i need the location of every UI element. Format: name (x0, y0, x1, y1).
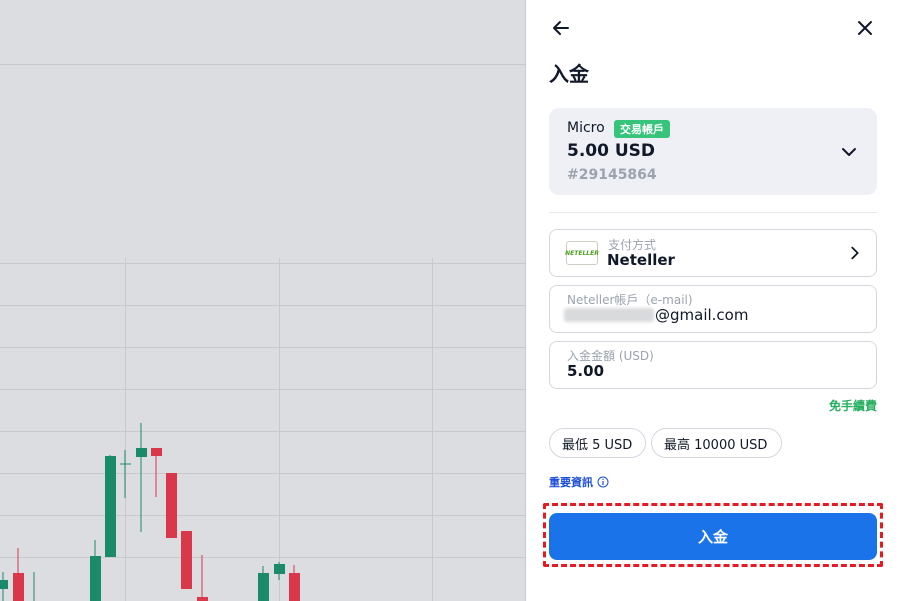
neteller-logo-icon: NETELLER (565, 241, 599, 265)
deposit-panel: 入金 Micro 交易帳戶 5.00 USD #29145864 NETELLE… (526, 0, 900, 601)
account-number: #29145864 (567, 167, 657, 183)
payment-method-selector[interactable]: NETELLER 支付方式 Neteller (549, 229, 877, 277)
email-redacted (564, 308, 654, 322)
chevron-right-icon (851, 246, 859, 260)
account-balance: 5.00 USD (567, 141, 656, 161)
candle (258, 573, 269, 601)
account-badge: 交易帳戶 (614, 120, 670, 138)
candle (90, 556, 101, 601)
divider (549, 212, 877, 213)
candle (289, 573, 300, 601)
email-field[interactable]: Neteller帳戶（e-mail) @gmail.com (549, 285, 877, 333)
deposit-button[interactable]: 入金 (549, 513, 877, 560)
candle (181, 531, 192, 589)
chevron-down-icon (842, 148, 856, 156)
account-selector[interactable]: Micro 交易帳戶 5.00 USD #29145864 (549, 108, 877, 195)
fee-note: 免手續費 (828, 399, 877, 413)
close-icon (858, 21, 872, 35)
important-info-label: 重要資訊 (549, 476, 593, 489)
candle (166, 473, 177, 538)
page-title: 入金 (549, 62, 589, 86)
candle (13, 573, 24, 601)
amount-input[interactable]: 入金金額 (USD) 5.00 (549, 341, 877, 389)
arrow-left-icon (553, 21, 569, 35)
candle (0, 580, 8, 589)
candle (151, 448, 162, 456)
info-icon (597, 476, 609, 488)
candles (0, 423, 300, 601)
min-amount-chip[interactable]: 最低 5 USD (549, 428, 646, 458)
close-button[interactable] (851, 14, 879, 42)
back-button[interactable] (547, 14, 575, 42)
candle (197, 597, 208, 601)
candlestick-chart (0, 64, 525, 601)
email-value: @gmail.com (655, 306, 749, 324)
important-info-link[interactable]: 重要資訊 (549, 474, 609, 490)
candle (105, 456, 116, 557)
candle (274, 564, 285, 574)
amount-value: 5.00 (567, 362, 605, 380)
account-type: Micro (567, 120, 605, 136)
price-chart[interactable] (0, 0, 525, 601)
payment-method-value: Neteller (607, 251, 675, 269)
chart-gridlines (0, 64, 525, 601)
max-amount-chip[interactable]: 最高 10000 USD (651, 428, 782, 458)
candle (136, 448, 147, 457)
